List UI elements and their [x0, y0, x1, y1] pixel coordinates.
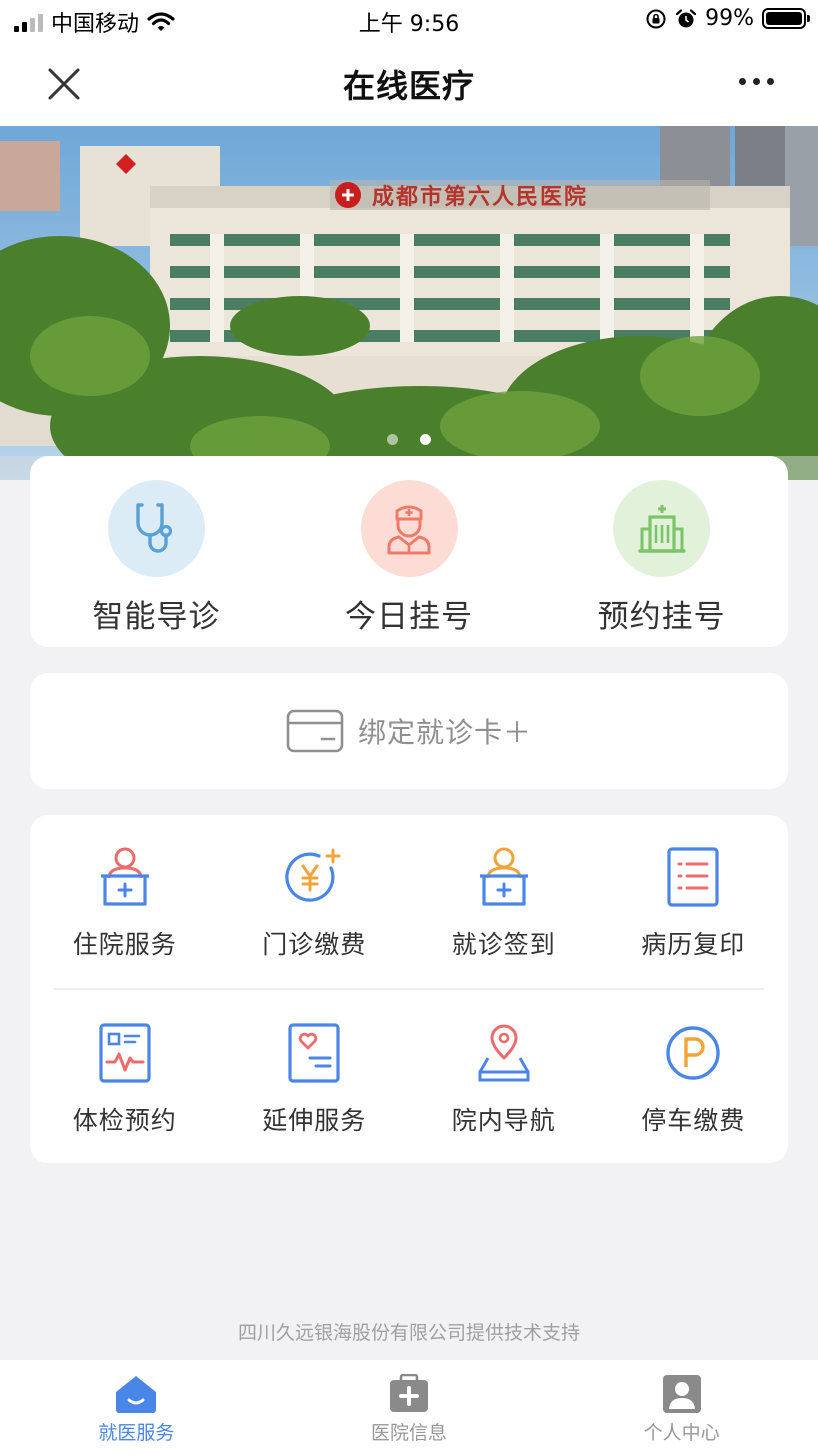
- doctor-icon: [360, 480, 458, 577]
- bind-card-button[interactable]: 绑定就诊卡＋: [30, 673, 788, 789]
- services-row: 住院服务 门诊缴费 就诊签到 病历复印: [30, 845, 788, 961]
- tab-bar: 就医服务 医院信息 个人中心: [0, 1360, 818, 1454]
- hospital-building-icon: [613, 480, 711, 577]
- rotation-lock-icon: [646, 9, 666, 28]
- quick-action-label: 今日挂号: [345, 599, 473, 635]
- divider: [54, 988, 764, 990]
- services-card: 住院服务 门诊缴费 就诊签到 病历复印 体检预约 延伸服务 院内导航 停车缴费: [30, 815, 788, 1163]
- more-icon[interactable]: [739, 78, 774, 85]
- hospital-navigation-button[interactable]: 院内导航: [409, 1021, 599, 1137]
- service-label: 住院服务: [72, 930, 177, 959]
- outpatient-payment-icon: [282, 845, 346, 909]
- tech-support-note: 四川久远银海股份有限公司提供技术支持: [237, 1322, 580, 1344]
- extended-service-button[interactable]: 延伸服务: [220, 1021, 410, 1137]
- status-right: 99%: [645, 6, 810, 31]
- parking-icon: [661, 1021, 725, 1085]
- appointment-registration-button[interactable]: 预约挂号: [535, 456, 788, 647]
- checkup-appointment-button[interactable]: 体检预约: [30, 1021, 220, 1137]
- inpatient-service-button[interactable]: 住院服务: [30, 845, 220, 961]
- extended-service-icon: [282, 1021, 346, 1085]
- service-label: 延伸服务: [262, 1106, 367, 1135]
- parking-payment-button[interactable]: 停车缴费: [599, 1021, 789, 1137]
- home-icon: [116, 1376, 157, 1413]
- banner-dot[interactable]: [387, 434, 398, 445]
- quick-action-label: 预约挂号: [597, 599, 726, 635]
- battery-percent: 99%: [705, 6, 754, 31]
- check-in-icon: [472, 845, 536, 909]
- check-in-button[interactable]: 就诊签到: [409, 845, 599, 961]
- quick-actions-card: 智能导诊 今日挂号 预约挂号: [30, 456, 788, 647]
- hospital-banner[interactable]: 成都市第六人民医院: [0, 126, 818, 480]
- tab-personal-center[interactable]: 个人中心: [545, 1360, 818, 1454]
- battery-icon: [762, 8, 810, 29]
- hospital-sign: 成都市第六人民医院: [372, 184, 588, 209]
- medical-record-copy-button[interactable]: 病历复印: [599, 845, 789, 961]
- page-title: 在线医疗: [342, 67, 475, 105]
- service-label: 体检预约: [72, 1106, 177, 1135]
- smart-guide-button[interactable]: 智能导诊: [30, 456, 283, 647]
- medical-kit-icon: [390, 1374, 428, 1412]
- today-registration-button[interactable]: 今日挂号: [283, 456, 536, 647]
- service-label: 门诊缴费: [262, 930, 367, 959]
- tab-medical-services[interactable]: 就医服务: [0, 1360, 273, 1454]
- hospital-photo: 成都市第六人民医院: [0, 126, 818, 480]
- status-bar: 中国移动 上午 9:56 99%: [0, 0, 818, 42]
- tab-label: 就医服务: [98, 1422, 175, 1444]
- nav-bar: 在线医疗: [0, 42, 818, 126]
- outpatient-payment-button[interactable]: 门诊缴费: [220, 845, 410, 961]
- tab-hospital-info[interactable]: 医院信息: [273, 1360, 546, 1454]
- close-icon[interactable]: [44, 64, 84, 104]
- quick-action-label: 智能导诊: [92, 599, 221, 635]
- alarm-icon: [675, 8, 697, 27]
- stethoscope-icon: [107, 480, 205, 577]
- tab-label: 医院信息: [371, 1422, 448, 1444]
- checkup-icon: [93, 1021, 157, 1085]
- medical-record-icon: [661, 845, 725, 909]
- service-label: 就诊签到: [451, 930, 556, 959]
- service-label: 院内导航: [451, 1106, 556, 1135]
- banner-dot-active[interactable]: [420, 434, 431, 445]
- service-label: 病历复印: [641, 930, 746, 959]
- user-icon: [662, 1375, 701, 1413]
- services-row: 体检预约 延伸服务 院内导航 停车缴费: [30, 1021, 788, 1137]
- service-label: 停车缴费: [641, 1106, 746, 1135]
- banner-pagination[interactable]: [0, 434, 818, 445]
- card-icon: [286, 709, 344, 753]
- inpatient-icon: [93, 845, 157, 909]
- navigation-icon: [472, 1021, 536, 1085]
- tab-label: 个人中心: [643, 1422, 720, 1444]
- bind-card-label: 绑定就诊卡＋: [357, 716, 532, 749]
